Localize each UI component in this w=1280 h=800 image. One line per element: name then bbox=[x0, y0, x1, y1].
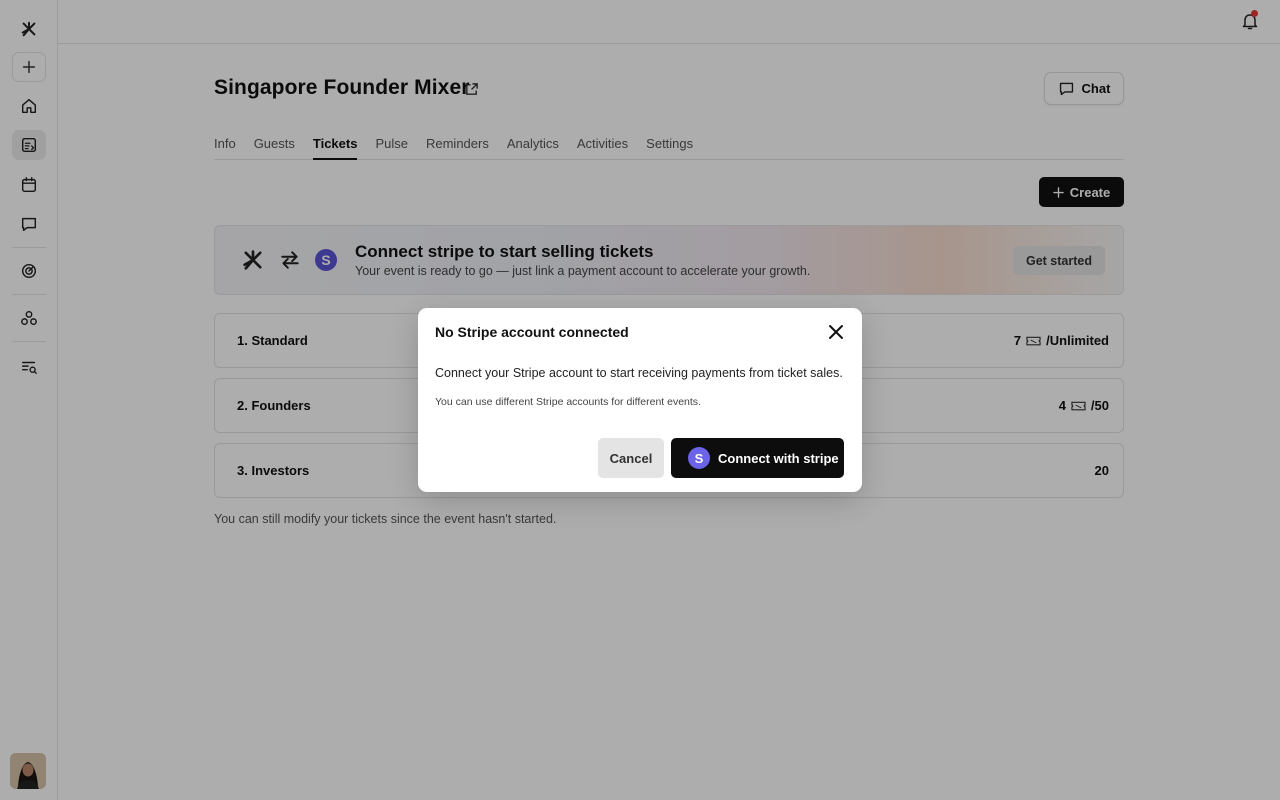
dialog-note: You can use different Stripe accounts fo… bbox=[435, 396, 701, 408]
cancel-button[interactable]: Cancel bbox=[598, 438, 664, 478]
dialog-body: Connect your Stripe account to start rec… bbox=[435, 366, 843, 380]
connect-label: Connect with stripe bbox=[718, 450, 839, 466]
connect-stripe-button[interactable]: S Connect with stripe bbox=[671, 438, 844, 478]
stripe-logo-icon: S bbox=[688, 447, 710, 469]
close-icon[interactable] bbox=[828, 324, 844, 340]
stripe-dialog: No Stripe account connected Connect your… bbox=[418, 308, 862, 492]
dialog-title: No Stripe account connected bbox=[435, 324, 629, 340]
